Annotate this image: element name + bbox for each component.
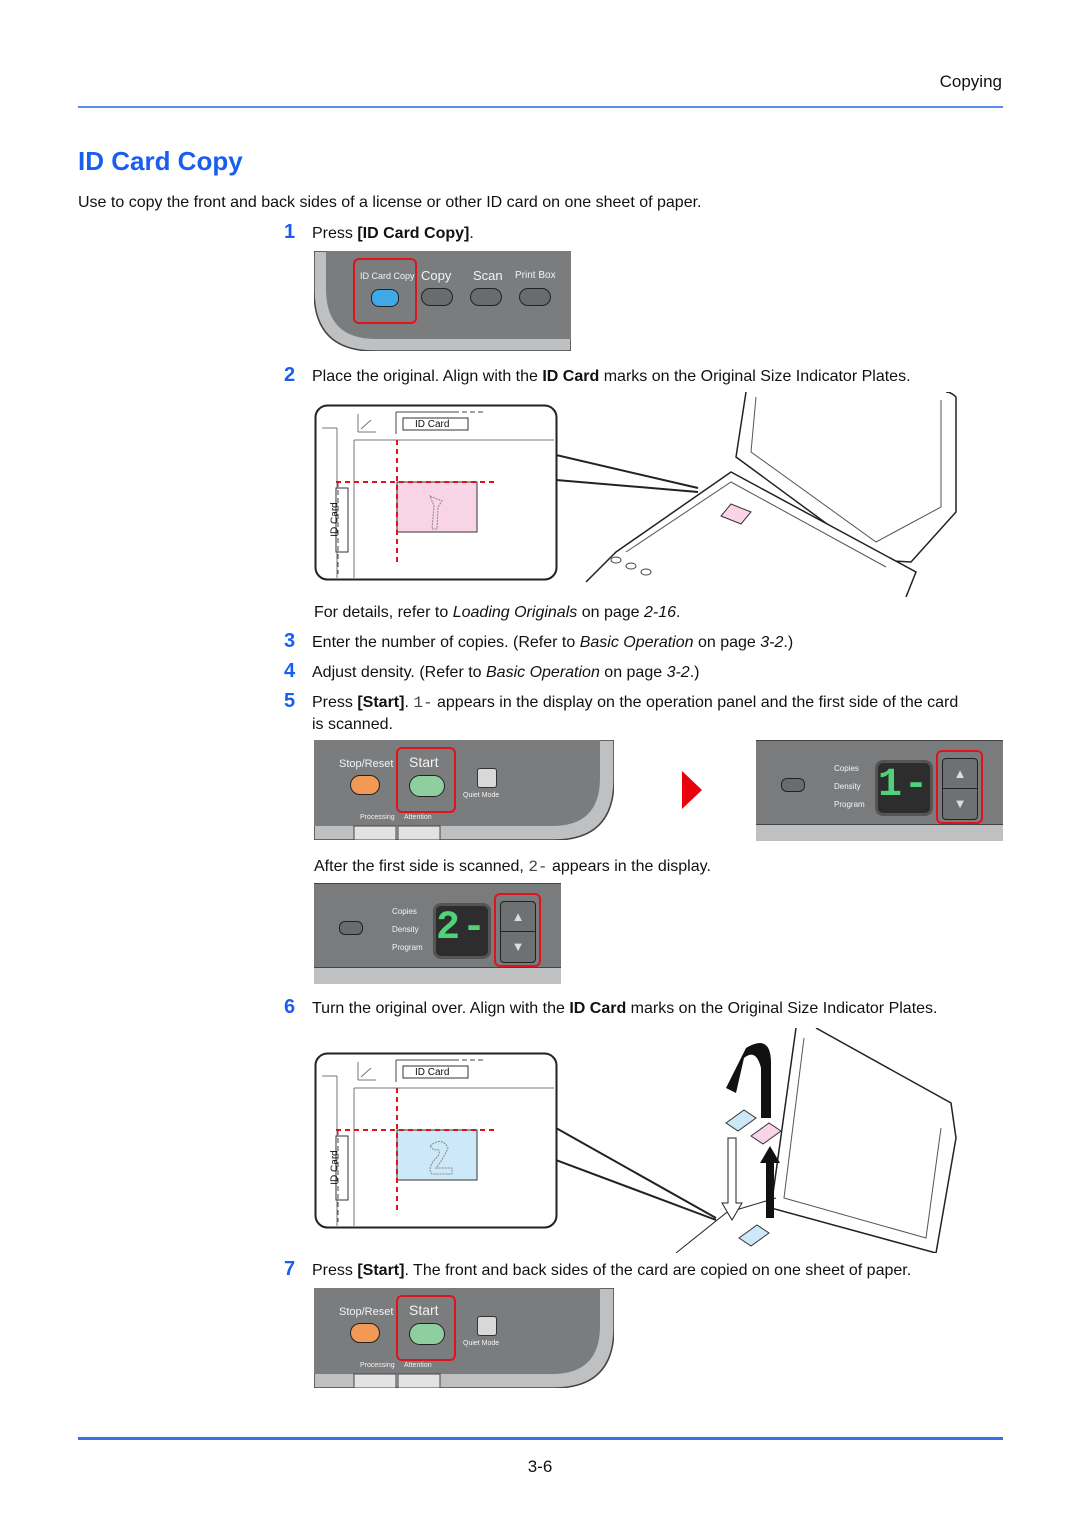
up-arrow-button[interactable]: ▲ bbox=[942, 758, 978, 790]
processing-label: Processing bbox=[360, 814, 395, 821]
quiet-mode-button[interactable] bbox=[477, 768, 497, 788]
step-number: 3 bbox=[284, 630, 296, 652]
start-panel-illustration-2: Stop/Reset Start Quiet Mode Processing A… bbox=[313, 1287, 615, 1389]
step-text: Press [Start]. The front and back sides … bbox=[312, 1262, 912, 1279]
loading-originals-link[interactable]: Loading Originals bbox=[453, 604, 578, 621]
quiet-mode-label: Quiet Mode bbox=[463, 792, 500, 799]
step-text: Press [ID Card Copy]. bbox=[312, 225, 474, 242]
stop-reset-button[interactable] bbox=[350, 775, 380, 795]
up-arrow-button[interactable]: ▲ bbox=[500, 901, 536, 933]
step-number: 1 bbox=[284, 221, 296, 243]
start-label: Start bbox=[409, 754, 439, 770]
stop-reset-label: Stop/Reset bbox=[339, 758, 394, 770]
step-4: 4 Adjust density. (Refer to Basic Operat… bbox=[284, 660, 699, 683]
id-card-mark-horizontal: ID Card bbox=[415, 1067, 450, 1078]
after-scan-text: After the first side is scanned, 2- appe… bbox=[314, 858, 711, 876]
copy-button[interactable] bbox=[421, 288, 453, 306]
copies-indicator: Copies bbox=[392, 907, 417, 916]
step-number: 7 bbox=[284, 1258, 296, 1280]
start-label: Start bbox=[409, 1302, 439, 1318]
program-indicator: Program bbox=[392, 943, 423, 952]
scanner-illustration-flip bbox=[555, 1027, 966, 1254]
step-7: 7 Press [Start]. The front and back side… bbox=[284, 1258, 911, 1281]
density-indicator: Density bbox=[392, 925, 419, 934]
step-text: Adjust density. (Refer to Basic Operatio… bbox=[312, 664, 700, 681]
footer-divider bbox=[78, 1437, 1003, 1440]
mode-panel-illustration: ID Card Copy Copy Scan Print Box bbox=[313, 250, 572, 352]
quiet-mode-label: Quiet Mode bbox=[463, 1340, 500, 1347]
stop-reset-label: Stop/Reset bbox=[339, 1306, 394, 1318]
segment-display: 1- bbox=[875, 760, 933, 816]
id-card-mark-vertical: ID Card bbox=[329, 1150, 341, 1185]
start-button[interactable] bbox=[409, 1323, 445, 1345]
scanner-illustration-front bbox=[555, 391, 976, 598]
mode-select-button[interactable] bbox=[339, 921, 363, 935]
next-arrow-icon bbox=[682, 771, 702, 809]
step-text: Turn the original over. Align with the I… bbox=[312, 1000, 938, 1017]
basic-operation-link[interactable]: Basic Operation bbox=[580, 634, 694, 651]
scan-button[interactable] bbox=[470, 288, 502, 306]
page-title: ID Card Copy bbox=[78, 146, 243, 176]
start-button[interactable] bbox=[409, 775, 445, 797]
basic-operation-link[interactable]: Basic Operation bbox=[486, 664, 600, 681]
display-panel-1: Copies Density Program 1- ▲ ▼ bbox=[756, 740, 1003, 841]
copy-label: Copy bbox=[421, 268, 452, 283]
step-number: 4 bbox=[284, 660, 296, 682]
step-number: 6 bbox=[284, 996, 296, 1018]
step-text: Enter the number of copies. (Refer to Ba… bbox=[312, 634, 794, 651]
section-header: Copying bbox=[939, 72, 1002, 91]
intro-text: Use to copy the front and back sides of … bbox=[78, 194, 702, 211]
step-text: Press [Start]. 1- appears in the display… bbox=[312, 694, 959, 733]
density-indicator: Density bbox=[834, 782, 861, 791]
step-2-details: For details, refer to Loading Originals … bbox=[314, 604, 681, 621]
down-arrow-button[interactable]: ▼ bbox=[942, 788, 978, 820]
display-panel-2: Copies Density Program 2- ▲ ▼ bbox=[314, 883, 561, 984]
down-arrow-button[interactable]: ▼ bbox=[500, 931, 536, 963]
id-card-copy-label: ID Card Copy bbox=[360, 271, 415, 281]
processing-label: Processing bbox=[360, 1362, 395, 1369]
step-5: 5 Press [Start]. 1- appears in the displ… bbox=[284, 690, 1012, 735]
start-panel-illustration: Stop/Reset Start Quiet Mode Processing A… bbox=[313, 739, 615, 841]
program-indicator: Program bbox=[834, 800, 865, 809]
print-box-label: Print Box bbox=[515, 270, 556, 281]
step-number: 2 bbox=[284, 364, 296, 386]
id-card-mark-vertical: ID Card bbox=[329, 502, 341, 537]
scan-label: Scan bbox=[473, 268, 503, 283]
segment-display: 2- bbox=[433, 903, 491, 959]
step-3: 3 Enter the number of copies. (Refer to … bbox=[284, 630, 793, 653]
attention-label: Attention bbox=[404, 814, 432, 821]
mode-select-button[interactable] bbox=[781, 778, 805, 792]
copies-indicator: Copies bbox=[834, 764, 859, 773]
step-1: 1 Press [ID Card Copy]. bbox=[284, 221, 474, 244]
attention-label: Attention bbox=[404, 1362, 432, 1369]
plate-illustration-front: ID Card ID Card bbox=[314, 404, 564, 582]
step-2: 2 Place the original. Align with the ID … bbox=[284, 364, 911, 387]
header-divider bbox=[78, 106, 1003, 108]
print-box-button[interactable] bbox=[519, 288, 551, 306]
id-card-mark-horizontal: ID Card bbox=[415, 419, 450, 430]
step-text: Place the original. Align with the ID Ca… bbox=[312, 368, 911, 385]
plate-illustration-back: ID Card ID Card bbox=[314, 1052, 564, 1230]
stop-reset-button[interactable] bbox=[350, 1323, 380, 1343]
step-6: 6 Turn the original over. Align with the… bbox=[284, 996, 937, 1019]
page-number: 3-6 bbox=[527, 1457, 553, 1476]
step-number: 5 bbox=[284, 690, 296, 712]
id-card-copy-button[interactable] bbox=[371, 289, 399, 307]
quiet-mode-button[interactable] bbox=[477, 1316, 497, 1336]
